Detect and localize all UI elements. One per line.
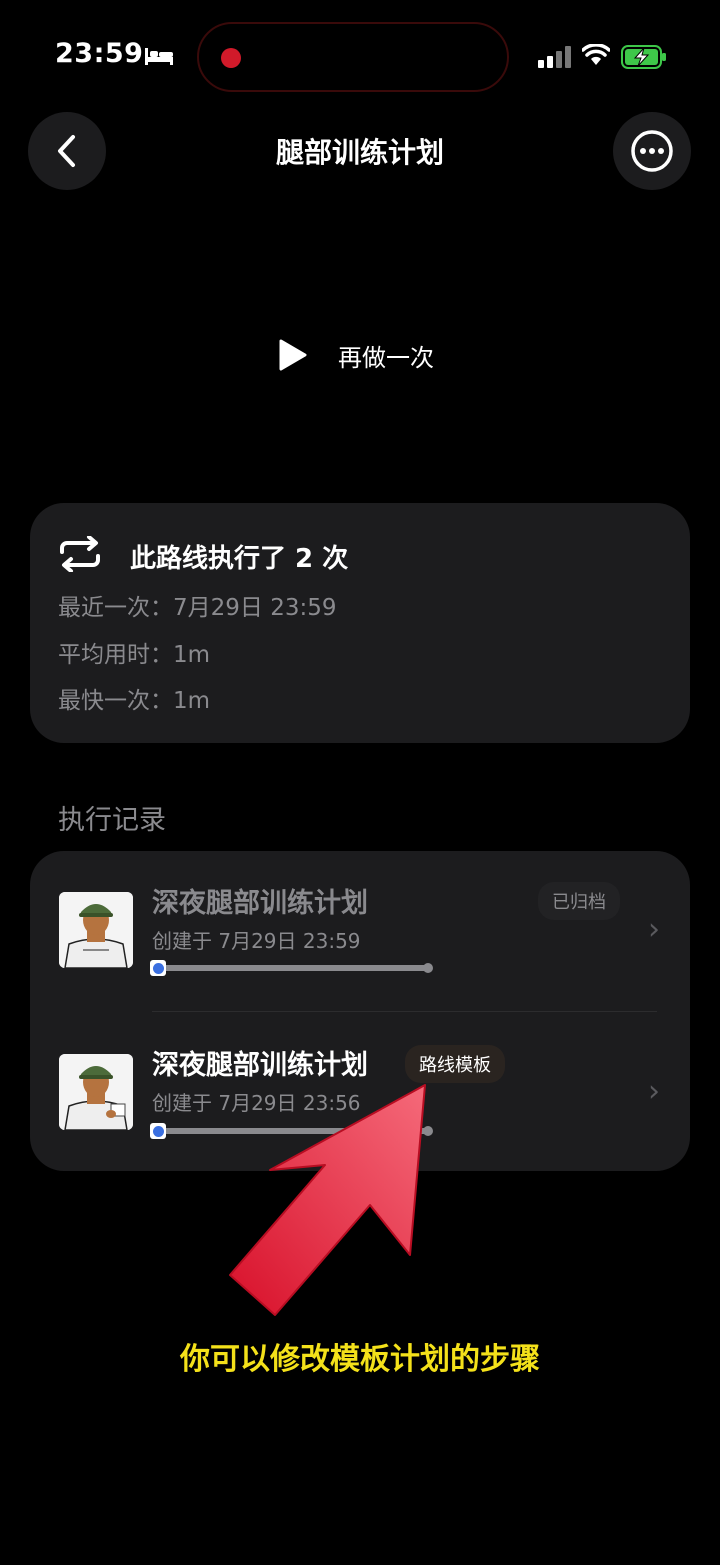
item-title: 深夜腿部训练计划 [152, 888, 368, 919]
play-icon [279, 339, 307, 371]
progress-start-marker [150, 1123, 166, 1139]
chevron-right-icon: › [648, 912, 660, 947]
progress-end-dot [423, 963, 433, 973]
progress-start-marker [150, 960, 166, 976]
annotation-arrow-icon [229, 1084, 426, 1316]
stats-title: 此路线执行了 2 次 [130, 544, 349, 574]
redo-button[interactable]: 再做一次 [278, 335, 434, 375]
last-run-line: 最近一次：7月29日 23:59 [58, 588, 337, 622]
avatar [59, 1054, 133, 1130]
progress-track [160, 965, 428, 971]
section-title: 执行记录 [58, 805, 166, 836]
divider [152, 1011, 657, 1012]
last-run-value: 7月29日 23:59 [173, 595, 337, 621]
average-time-value: 1m [173, 642, 211, 668]
repeat-icon [60, 536, 100, 572]
fastest-run-value: 1m [173, 688, 211, 714]
bed-icon [145, 48, 173, 65]
fastest-run-label: 最快一次： [58, 688, 173, 714]
item-subtitle: 创建于 7月29日 23:59 [152, 929, 361, 953]
battery-charging-icon [621, 45, 666, 69]
wifi-icon [582, 44, 610, 65]
avatar-illustration [59, 892, 133, 968]
annotation-caption: 你可以修改模板计划的步骤 [180, 1342, 540, 1377]
status-time: 23:59 [55, 38, 144, 69]
page-title: 腿部训练计划 [275, 136, 444, 169]
avatar [59, 892, 133, 968]
dynamic-island [197, 22, 509, 92]
more-options-button[interactable] [613, 112, 691, 190]
archived-badge: 已归档 [538, 882, 620, 920]
last-run-label: 最近一次： [58, 595, 173, 621]
chevron-right-icon: › [648, 1074, 660, 1109]
recording-dot-icon [221, 48, 241, 68]
average-time-line: 平均用时：1m [58, 635, 210, 669]
average-time-label: 平均用时： [58, 642, 173, 668]
more-icon [631, 130, 673, 172]
avatar-illustration [59, 1054, 133, 1130]
fastest-run-line: 最快一次：1m [58, 681, 210, 715]
redo-label: 再做一次 [338, 343, 434, 372]
signal-icon [538, 46, 571, 68]
